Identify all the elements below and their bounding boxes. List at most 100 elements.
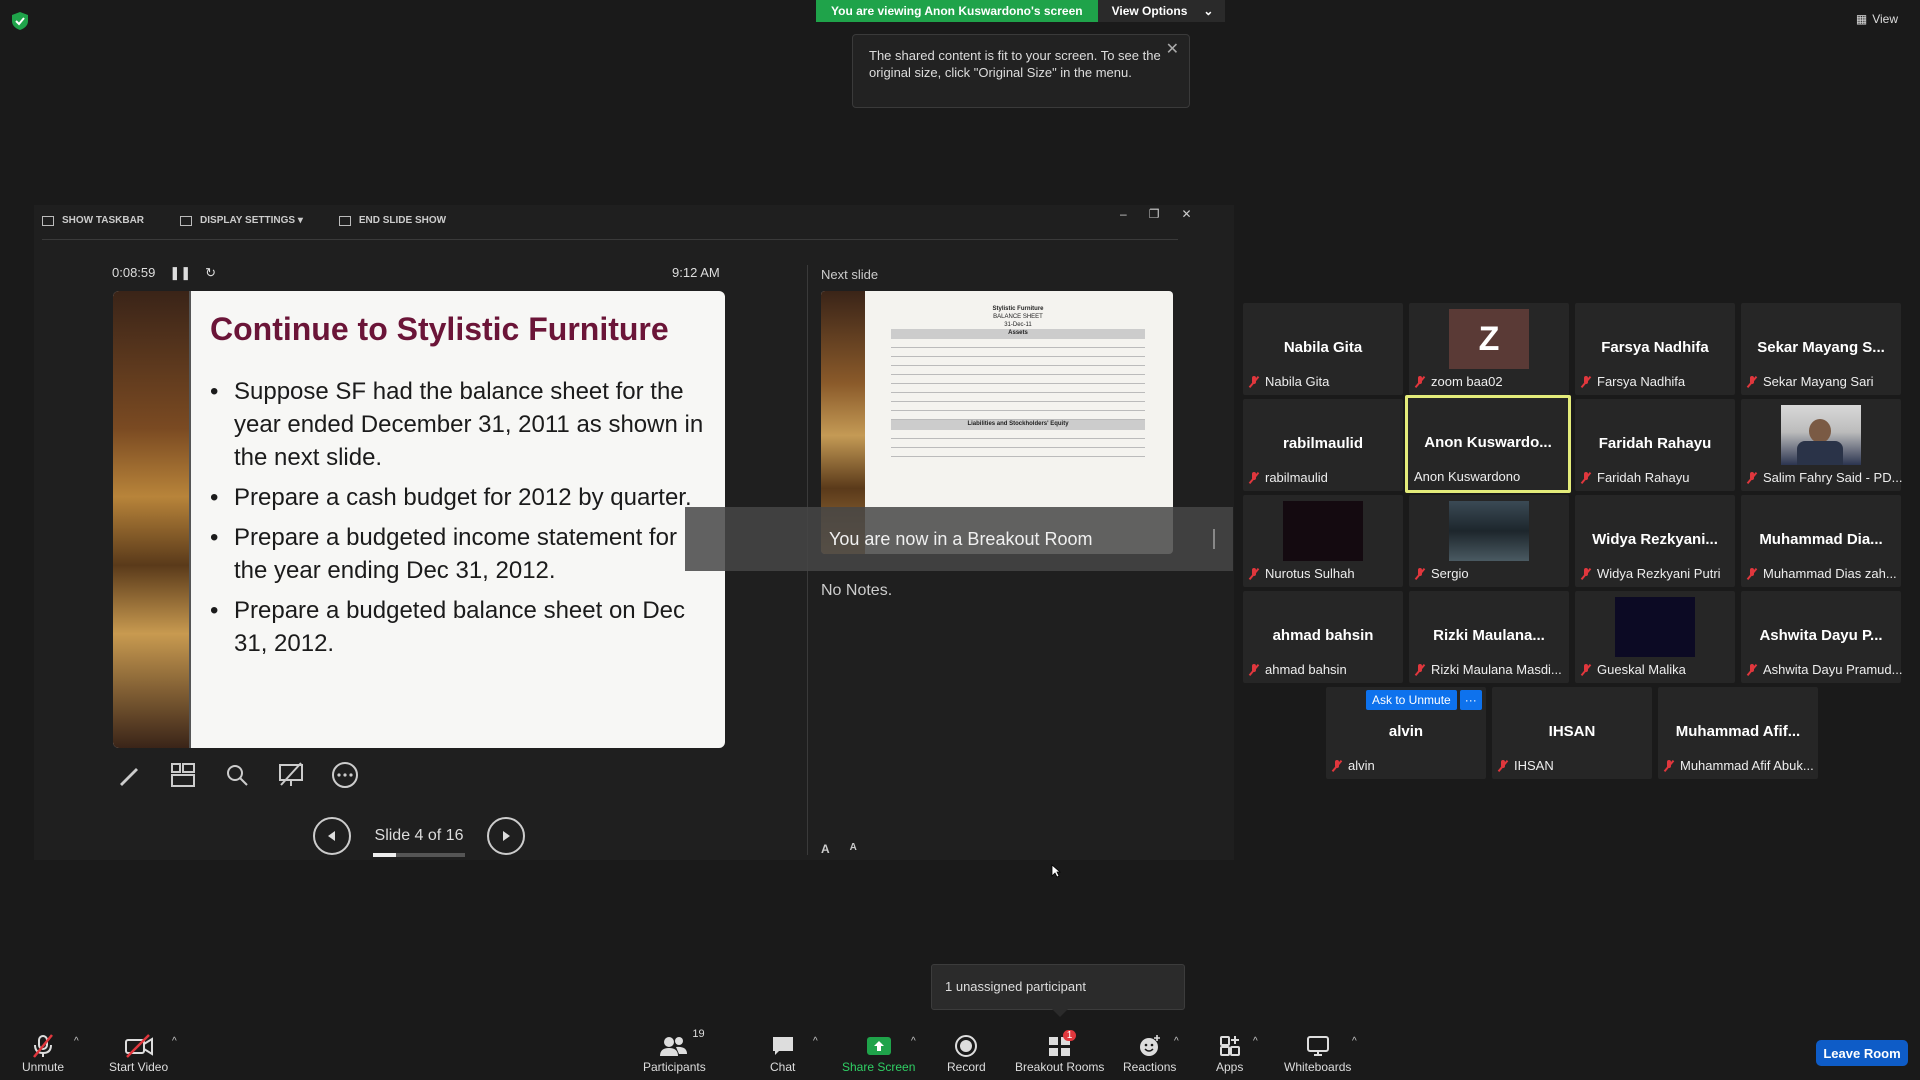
participant-name: Nabila Gita [1265,374,1330,389]
record-button[interactable]: Record [947,1032,986,1074]
close-icon[interactable]: ✕ [1166,41,1179,58]
view-options-button[interactable]: View Options ⌄ [1097,0,1226,22]
more-options-button[interactable]: ··· [1459,690,1482,710]
display-settings-button[interactable]: DISPLAY SETTINGS ▾ [180,215,303,226]
whiteboards-button[interactable]: Whiteboards [1284,1032,1351,1074]
zoom-icon[interactable] [220,758,254,792]
black-screen-icon[interactable] [274,758,308,792]
participant-display-name: Ashwita Dayu P... [1759,627,1883,644]
participant-tile[interactable]: Gueskal Malika [1575,591,1735,683]
restart-icon[interactable]: ↻ [205,265,216,281]
participant-label: Salim Fahry Said - PD... [1747,470,1902,485]
participant-label: Nabila Gita [1249,374,1329,389]
participant-tile[interactable]: IHSAN IHSAN [1492,687,1652,779]
ask-to-unmute-button[interactable]: Ask to Unmute [1366,690,1457,710]
mic-muted-icon [1415,375,1425,388]
mic-muted-icon [1498,759,1508,772]
pen-icon[interactable] [112,758,146,792]
minimize-icon[interactable]: – [1120,207,1127,221]
close-window-icon[interactable]: ✕ [1181,207,1191,221]
participant-tile[interactable]: Widya Rezkyani... Widya Rezkyani Putri [1575,495,1735,587]
shield-icon[interactable] [12,12,28,30]
participant-tile[interactable]: Salim Fahry Said - PD... [1741,399,1902,491]
audio-options-caret-icon[interactable]: ^ [74,1036,79,1047]
participants-button[interactable]: 19 Participants [643,1028,706,1074]
participant-label: Sergio [1415,566,1469,581]
participant-display-name: Nabila Gita [1283,339,1363,356]
unassigned-participant-tooltip[interactable]: 1 unassigned participant [931,964,1185,1010]
pause-icon[interactable]: ❚❚ [169,265,191,281]
slide-counter[interactable]: Slide 4 of 16 [371,827,467,857]
apps-caret-icon[interactable]: ^ [1253,1036,1258,1047]
apps-label: Apps [1216,1060,1244,1074]
bs-line [891,402,1145,411]
next-slide-button[interactable] [487,817,525,855]
slide-bullets: Suppose SF had the balance sheet for the… [210,375,710,667]
participant-display-name: Widya Rezkyani... [1592,531,1718,548]
participant-label: zoom baa02 [1415,374,1503,389]
whiteboard-icon [1306,1032,1330,1060]
participant-tile[interactable]: Nabila Gita Nabila Gita [1243,303,1403,395]
previous-slide-button[interactable] [313,817,351,855]
participant-name: Anon Kuswardono [1414,469,1521,484]
participant-name: Sekar Mayang Sari [1763,374,1874,389]
participant-name: Salim Fahry Said - PD... [1763,470,1903,485]
whiteboards-caret-icon[interactable]: ^ [1352,1036,1357,1047]
chat-label: Chat [770,1060,796,1074]
bs-line [891,430,1145,439]
window-controls: – ❐ ✕ [1120,207,1192,221]
participant-tile[interactable]: Z zoom baa02 [1409,303,1569,395]
all-slides-icon[interactable] [166,758,200,792]
mic-muted-icon [1249,471,1259,484]
unmute-button[interactable]: Unmute [22,1032,64,1074]
coins-image [113,291,189,748]
mic-muted-icon [1747,375,1757,388]
participant-tile[interactable]: Sekar Mayang S... Sekar Mayang Sari [1741,303,1901,395]
tooltip-arrow [1052,1009,1068,1017]
participant-tile[interactable]: Rizki Maulana... Rizki Maulana Masdi... [1409,591,1569,683]
participant-tile[interactable]: Farsya Nadhifa Farsya Nadhifa [1575,303,1735,395]
leave-room-button[interactable]: Leave Room [1816,1040,1908,1066]
taskbar-icon [42,215,54,226]
share-screen-button[interactable]: Share Screen [842,1032,915,1074]
grid-view-icon: ▦ [1855,12,1868,26]
chat-button[interactable]: Chat [770,1032,795,1074]
share-options-caret-icon[interactable]: ^ [911,1036,916,1047]
participant-tile[interactable]: Faridah Rahayu Faridah Rahayu [1575,399,1735,491]
reactions-button[interactable]: Reactions [1123,1032,1176,1074]
end-slide-show-button[interactable]: END SLIDE SHOW [338,215,446,226]
reactions-caret-icon[interactable]: ^ [1174,1036,1179,1047]
record-label: Record [947,1060,986,1074]
restore-icon[interactable]: ❐ [1149,207,1160,221]
decrease-font-button[interactable]: A [850,842,857,856]
chat-options-caret-icon[interactable]: ^ [813,1036,818,1047]
active-speaker-tile[interactable]: Anon Kuswardo... Anon Kuswardono [1405,395,1571,493]
participant-display-name: ahmad bahsin [1272,627,1374,644]
participant-tile[interactable]: Muhammad Afif... Muhammad Afif Abuk... [1658,687,1818,779]
bs-liabilities-header: Liabilities and Stockholders' Equity [891,420,1145,430]
video-off-icon [124,1032,154,1060]
start-video-button[interactable]: Start Video [109,1032,168,1074]
breakout-rooms-button[interactable]: 1 Breakout Rooms [1015,1030,1104,1074]
mic-muted-icon [1747,567,1757,580]
increase-font-button[interactable]: A [821,842,830,856]
video-options-caret-icon[interactable]: ^ [172,1036,177,1047]
participant-video [1781,405,1861,465]
mic-muted-icon [1249,663,1259,676]
drag-handle-icon[interactable] [1213,529,1215,549]
mouse-cursor-icon [1051,864,1061,878]
more-options-icon[interactable] [328,758,362,792]
show-taskbar-button[interactable]: SHOW TASKBAR [42,215,144,226]
participant-tile[interactable]: ahmad bahsin ahmad bahsin [1243,591,1403,683]
view-options-label: View Options [1111,4,1188,18]
participant-tile[interactable]: Sergio [1409,495,1569,587]
participant-tile[interactable]: Ashwita Dayu P... Ashwita Dayu Pramud... [1741,591,1902,683]
participant-label: Farsya Nadhifa [1581,374,1685,389]
participant-tile[interactable]: Nurotus Sulhah [1243,495,1403,587]
view-button[interactable]: ▦ View [1856,12,1898,26]
participant-tile[interactable]: Muhammad Dia... Muhammad Dias zah... [1741,495,1901,587]
participant-tile[interactable]: rabilmaulid rabilmaulid [1243,399,1403,491]
apps-button[interactable]: Apps [1216,1032,1243,1074]
person-body [1797,441,1843,465]
bs-assets-header: Assets [891,329,1145,339]
